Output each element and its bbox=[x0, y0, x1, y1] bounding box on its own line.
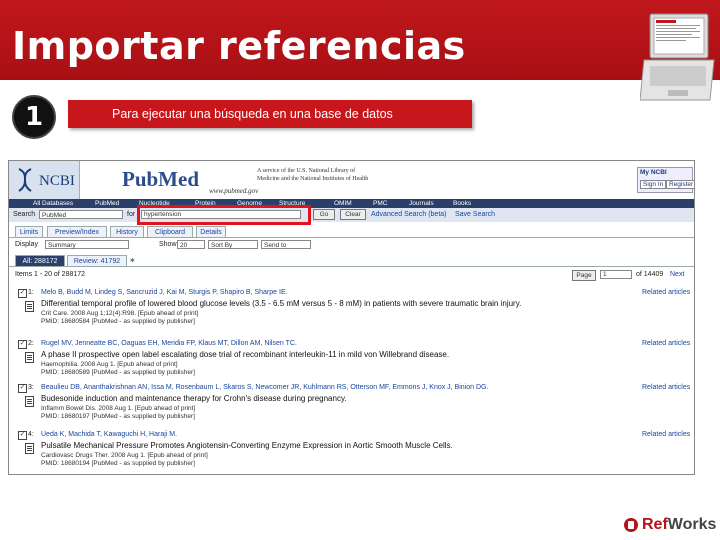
step-instruction: Para ejecutar una búsqueda en una base d… bbox=[68, 100, 472, 128]
nav-books[interactable]: Books bbox=[453, 199, 471, 208]
tab-clipboard[interactable]: Clipboard bbox=[147, 226, 193, 237]
result-tabs: All: 288172 Review: 41792 ✶ bbox=[9, 255, 694, 267]
refworks-ref: Ref bbox=[642, 516, 668, 533]
result-title: Differential temporal profile of lowered… bbox=[41, 299, 522, 308]
refworks-works: Works bbox=[667, 516, 717, 533]
result-item: ✓ 3: Beaulieu DB, Ananthakrishnan AN, Is… bbox=[9, 384, 694, 432]
show-select[interactable]: 20 bbox=[177, 240, 205, 249]
go-button[interactable]: Go bbox=[313, 209, 335, 220]
result-pmid: PMID: 18680584 [PubMed - as supplied by … bbox=[41, 318, 195, 325]
for-label: for bbox=[127, 211, 136, 218]
tab-all-results[interactable]: All: 288172 bbox=[15, 255, 65, 266]
page-total: of 14409 bbox=[636, 271, 664, 278]
nav-pmc[interactable]: PMC bbox=[373, 199, 387, 208]
nav-journals[interactable]: Journals bbox=[409, 199, 434, 208]
related-articles-link[interactable]: Related articles bbox=[642, 384, 690, 391]
document-icon bbox=[25, 301, 34, 312]
result-checkbox[interactable]: ✓ bbox=[18, 384, 27, 393]
filter-icon[interactable]: ✶ bbox=[129, 256, 136, 265]
service-notice: A service of the U.S. National Library o… bbox=[257, 168, 369, 182]
refworks-icon bbox=[624, 518, 638, 532]
related-articles-link[interactable]: Related articles bbox=[642, 431, 690, 438]
tab-details[interactable]: Details bbox=[196, 226, 226, 237]
document-icon bbox=[25, 352, 34, 363]
slide-title-bar: Importar referencias bbox=[0, 0, 720, 80]
search-row: Search PubMed for hypertension Go Clear … bbox=[9, 208, 694, 222]
result-title: A phase II prospective open label escala… bbox=[41, 350, 450, 359]
tab-review-results[interactable]: Review: 41792 bbox=[67, 255, 127, 266]
pubmed-screenshot: NCBI PubMed www.pubmed.gov A service of … bbox=[8, 160, 695, 475]
result-journal: Crit Care. 2008 Aug 1;12(4):R98. [Epub a… bbox=[41, 310, 199, 317]
result-checkbox[interactable]: ✓ bbox=[18, 340, 27, 349]
result-checkbox[interactable]: ✓ bbox=[18, 431, 27, 440]
display-label: Display bbox=[15, 241, 38, 248]
result-authors[interactable]: Melo B, Budd M, Lindeg S, Sancruzid J, K… bbox=[41, 289, 288, 296]
pubmed-url: www.pubmed.gov bbox=[209, 187, 259, 195]
ncbi-label: NCBI bbox=[39, 173, 75, 189]
tab-limits[interactable]: Limits bbox=[15, 226, 43, 237]
result-number: 4: bbox=[28, 431, 34, 438]
save-search-link[interactable]: Save Search bbox=[455, 211, 495, 218]
result-number: 1: bbox=[28, 289, 34, 296]
database-select[interactable]: PubMed bbox=[39, 210, 123, 219]
refworks-wordmark: RefWorks bbox=[642, 516, 716, 534]
items-count: Items 1 - 20 of 288172 bbox=[15, 271, 86, 278]
register-button[interactable]: Register bbox=[666, 180, 694, 189]
display-select[interactable]: Summary bbox=[45, 240, 129, 249]
result-journal: Inflamm Bowel Dis. 2008 Aug 1. [Epub ahe… bbox=[41, 405, 196, 412]
page-input[interactable]: 1 bbox=[600, 270, 632, 279]
result-number: 3: bbox=[28, 384, 34, 391]
result-journal: Cardiovasc Drugs Ther. 2008 Aug 1. [Epub… bbox=[41, 452, 208, 459]
result-authors[interactable]: Rugel MV, Jenneatte BC, Oaguas EH, Merid… bbox=[41, 340, 297, 347]
result-item: ✓ 2: Rugel MV, Jenneatte BC, Oaguas EH, … bbox=[9, 340, 694, 388]
my-ncbi-box: My NCBI Sign In Register bbox=[637, 167, 694, 193]
search-label: Search bbox=[13, 211, 36, 218]
document-icon bbox=[25, 443, 34, 454]
nav-omim[interactable]: OMIM bbox=[334, 199, 352, 208]
nav-all-databases[interactable]: All Databases bbox=[33, 199, 73, 208]
result-checkbox[interactable]: ✓ bbox=[18, 289, 27, 298]
related-articles-link[interactable]: Related articles bbox=[642, 289, 690, 296]
result-title: Budesonide induction and maintenance the… bbox=[41, 394, 347, 403]
search-highlight bbox=[137, 205, 311, 225]
dna-helix-icon bbox=[18, 168, 32, 192]
result-journal: Haemophilia. 2008 Aug 1. [Epub ahead of … bbox=[41, 361, 178, 368]
slide-title: Importar referencias bbox=[12, 24, 466, 68]
result-authors[interactable]: Ueda K, Machida T, Kawaguchi H, Haraji M… bbox=[41, 431, 177, 438]
pubmed-header: NCBI PubMed www.pubmed.gov A service of … bbox=[9, 161, 694, 199]
next-page-link[interactable]: Next bbox=[670, 271, 684, 278]
clear-button[interactable]: Clear bbox=[340, 209, 366, 220]
send-to-select[interactable]: Send to bbox=[261, 240, 311, 249]
search-tabs: Limits Preview/Index History Clipboard D… bbox=[9, 225, 694, 238]
tab-history[interactable]: History bbox=[110, 226, 144, 237]
result-pmid: PMID: 18680194 [PubMed - as supplied by … bbox=[41, 460, 195, 467]
related-articles-link[interactable]: Related articles bbox=[642, 340, 690, 347]
tab-preview-index[interactable]: Preview/Index bbox=[47, 226, 107, 237]
ncbi-logo[interactable]: NCBI bbox=[9, 161, 80, 199]
items-row: Items 1 - 20 of 288172 Page 1 of 14409 N… bbox=[9, 269, 694, 281]
result-number: 2: bbox=[28, 340, 34, 347]
laptop-icon bbox=[640, 13, 715, 101]
advanced-search-link[interactable]: Advanced Search (beta) bbox=[371, 211, 447, 218]
display-controls: Display Summary Show 20 Sort By Send to bbox=[9, 239, 694, 251]
result-title: Pulsatile Mechanical Pressure Promotes A… bbox=[41, 441, 453, 450]
result-item: ✓ 1: Melo B, Budd M, Lindeg S, Sancruzid… bbox=[9, 289, 694, 337]
result-authors[interactable]: Beaulieu DB, Ananthakrishnan AN, Issa M,… bbox=[41, 384, 488, 391]
pubmed-logo[interactable]: PubMed bbox=[122, 167, 199, 192]
result-pmid: PMID: 18680197 [PubMed - as supplied by … bbox=[41, 413, 195, 420]
document-icon bbox=[25, 396, 34, 407]
sort-by-select[interactable]: Sort By bbox=[208, 240, 258, 249]
show-label: Show bbox=[159, 241, 177, 248]
result-pmid: PMID: 18680589 [PubMed - as supplied by … bbox=[41, 369, 195, 376]
nav-pubmed[interactable]: PubMed bbox=[95, 199, 119, 208]
page-button[interactable]: Page bbox=[572, 270, 596, 281]
step-number-badge: 1 bbox=[12, 95, 56, 139]
my-ncbi-title: My NCBI bbox=[640, 169, 667, 176]
sign-in-button[interactable]: Sign In bbox=[640, 180, 667, 189]
result-item: ✓ 4: Ueda K, Machida T, Kawaguchi H, Har… bbox=[9, 431, 694, 474]
database-navbar: All Databases PubMed Nucleotide Protein … bbox=[9, 199, 694, 208]
